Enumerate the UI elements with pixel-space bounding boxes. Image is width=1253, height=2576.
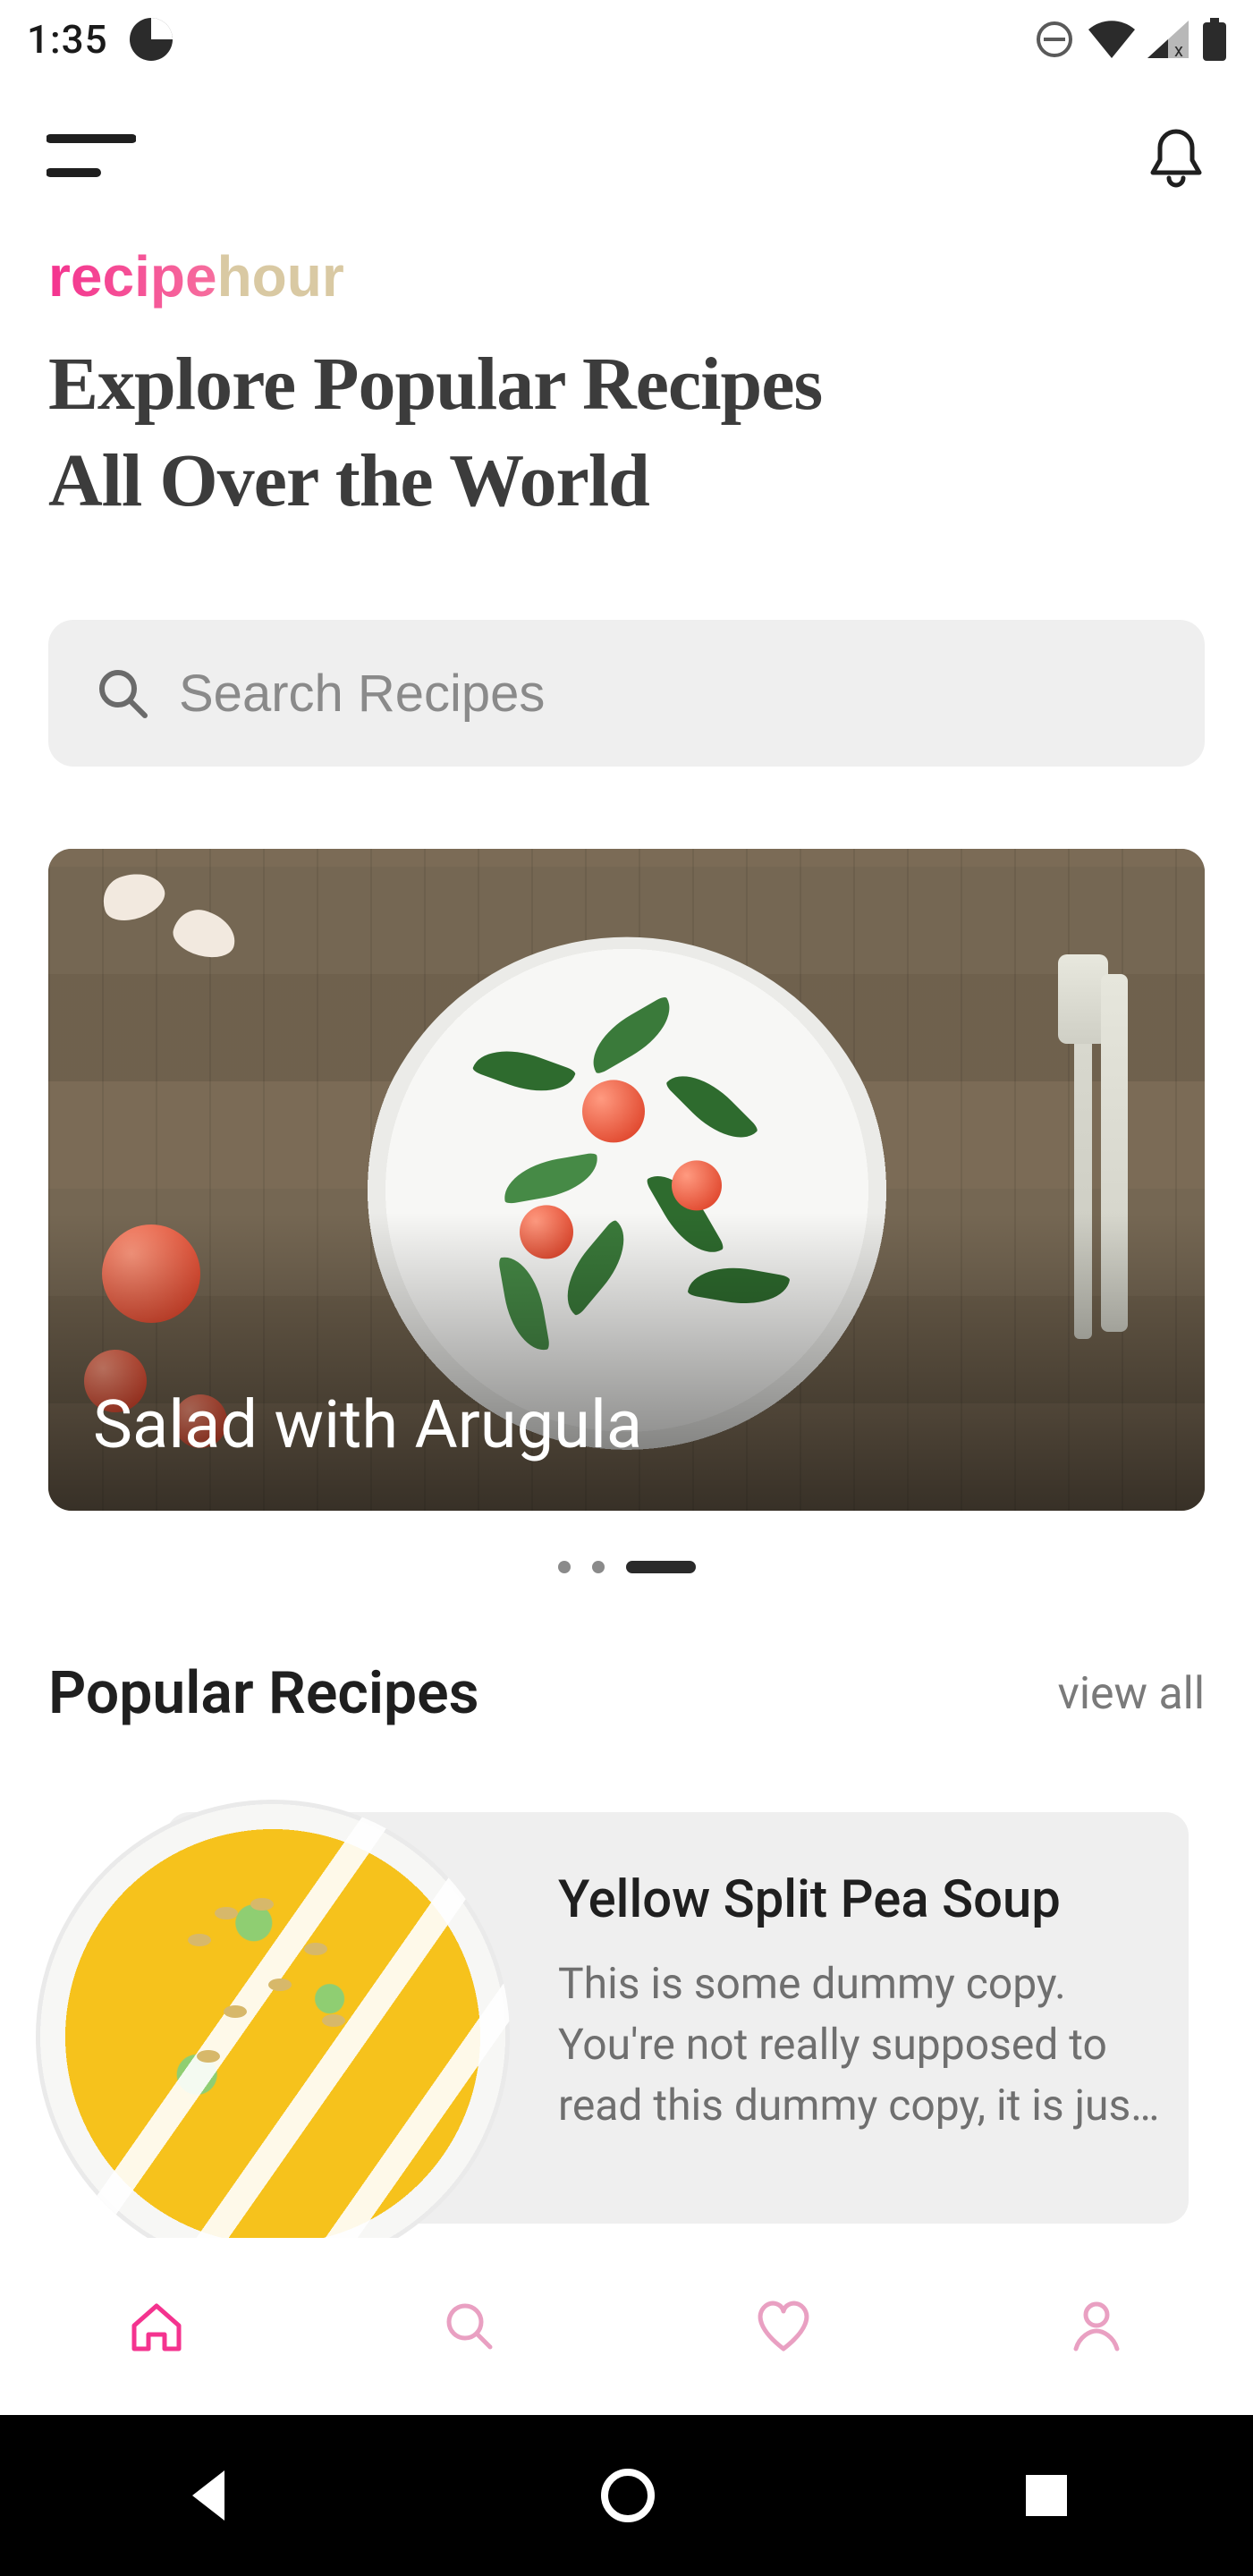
logo-part1: recipe: [48, 244, 217, 309]
wifi-icon: [1088, 21, 1135, 58]
recipe-text: Yellow Split Pea Soup This is some dummy…: [558, 1869, 1162, 2136]
nav-favorites[interactable]: [748, 2291, 819, 2362]
recipe-card[interactable]: Yellow Split Pea Soup This is some dummy…: [48, 1812, 1205, 2224]
logo-part2: hour: [217, 244, 344, 309]
battery-icon: [1201, 18, 1228, 61]
app-logo: recipehour: [48, 243, 1205, 309]
carousel-dot-active[interactable]: [626, 1561, 696, 1573]
carousel-dot[interactable]: [592, 1561, 605, 1573]
status-time: 1:35: [27, 16, 108, 63]
recents-button[interactable]: [1020, 2470, 1072, 2521]
content-scroll[interactable]: recipehour Explore Popular Recipes All O…: [0, 238, 1253, 2238]
popular-recipes-heading: Popular Recipes: [48, 1659, 479, 1728]
recipe-description: This is some dummy copy. You're not real…: [558, 1953, 1162, 2136]
back-button[interactable]: [182, 2465, 235, 2526]
search-icon: [82, 665, 163, 721]
nav-search[interactable]: [434, 2291, 505, 2362]
app-topbar: [0, 79, 1253, 238]
dnd-icon: [1033, 18, 1076, 61]
nav-profile[interactable]: [1061, 2291, 1132, 2362]
home-button[interactable]: [597, 2465, 658, 2526]
app-badge-icon: [128, 16, 174, 63]
hero-carousel-slide[interactable]: Salad with Arugula: [48, 849, 1205, 1511]
page-headline: Explore Popular Recipes All Over the Wor…: [48, 336, 1205, 529]
view-all-link[interactable]: view all: [1058, 1668, 1205, 1720]
search-input[interactable]: [179, 664, 1171, 724]
bottom-nav: [0, 2238, 1253, 2415]
svg-text:x: x: [1174, 39, 1183, 58]
notifications-icon[interactable]: [1147, 126, 1205, 191]
carousel-indicator: [48, 1561, 1205, 1573]
status-right: x: [1033, 18, 1228, 61]
recipe-title: Yellow Split Pea Soup: [558, 1869, 1162, 1930]
menu-icon[interactable]: [47, 130, 131, 187]
recipe-image-soup: [36, 1800, 510, 2238]
android-nav-bar: [0, 2415, 1253, 2576]
status-left: 1:35: [27, 16, 174, 63]
search-bar[interactable]: [48, 620, 1205, 767]
carousel-dot[interactable]: [558, 1561, 571, 1573]
app-region: recipehour Explore Popular Recipes All O…: [0, 79, 1253, 2415]
hero-slide-title: Salad with Arugula: [93, 1386, 642, 1464]
cellular-icon: x: [1147, 21, 1189, 58]
nav-home[interactable]: [121, 2291, 192, 2362]
section-header: Popular Recipes view all: [48, 1659, 1205, 1728]
android-status-bar: 1:35 x: [0, 0, 1253, 79]
